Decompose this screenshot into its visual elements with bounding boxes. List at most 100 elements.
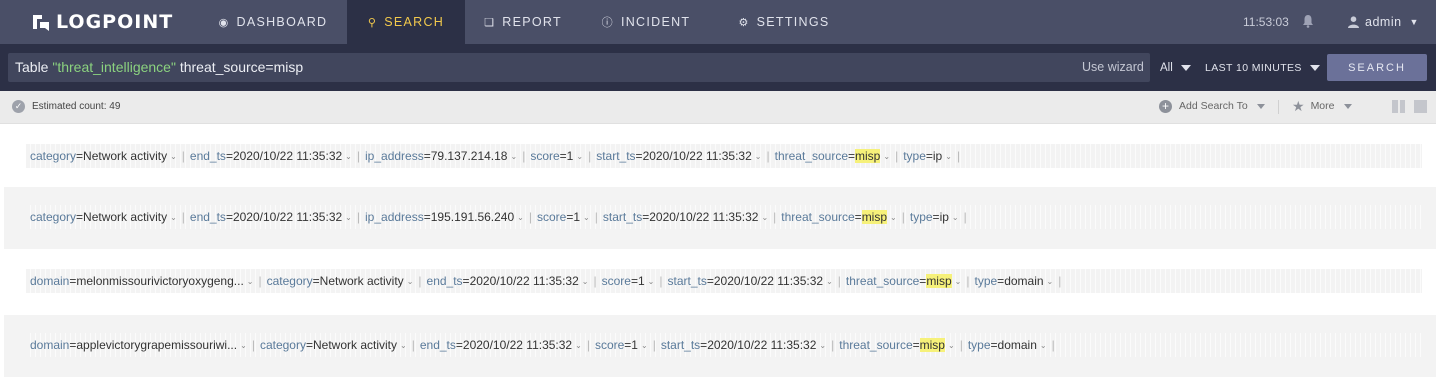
chevron-down-icon: ⌄: [890, 212, 897, 222]
search-button[interactable]: SEARCH: [1327, 54, 1427, 81]
field-key: type: [974, 274, 998, 288]
field-value: 1: [566, 149, 574, 163]
field-score[interactable]: score = 1 ⌄: [526, 149, 587, 163]
field-category[interactable]: category = Network activity ⌄: [256, 338, 411, 352]
nav-report[interactable]: ❏ REPORT: [475, 0, 571, 44]
field-start-ts[interactable]: start_ts = 2020/10/22 11:35:32 ⌄: [592, 149, 765, 163]
field-end-ts[interactable]: end_ts = 2020/10/22 11:35:32 ⌄: [423, 274, 593, 288]
field-score[interactable]: score = 1 ⌄: [591, 338, 652, 352]
field-start-ts[interactable]: start_ts = 2020/10/22 11:35:32 ⌄: [663, 274, 836, 288]
field-value: misp: [861, 210, 888, 224]
field-value: 2020/10/22 11:35:32: [642, 149, 752, 163]
caret-down-icon: [1343, 103, 1352, 109]
field-key: threat_source: [845, 274, 920, 288]
column-view-icon[interactable]: [1392, 100, 1405, 113]
equals-sign: =: [69, 274, 77, 288]
use-wizard-link[interactable]: Use wizard: [1082, 53, 1144, 82]
field-key: start_ts: [602, 210, 643, 224]
add-search-to-label: Add Search To: [1179, 100, 1248, 112]
field-ip-address[interactable]: ip_address = 195.191.56.240 ⌄: [361, 210, 528, 224]
chevron-down-icon: ⌄: [754, 151, 762, 161]
chevron-down-icon: ⌄: [883, 151, 891, 161]
field-score[interactable]: score = 1 ⌄: [533, 210, 594, 224]
caret-down-icon: [1256, 103, 1265, 109]
equals-sign: =: [423, 210, 431, 224]
field-domain[interactable]: domain = applevictorygrapemissouriwi... ⌄: [26, 338, 251, 352]
more-button[interactable]: ★ More: [1292, 91, 1352, 121]
field-key: type: [903, 149, 926, 163]
chevron-down-icon: ⌄: [954, 276, 962, 286]
field-key: threat_source: [781, 210, 855, 224]
field-key: category: [30, 210, 77, 224]
logo[interactable]: LOGPOINT: [30, 8, 173, 36]
nav-dashboard[interactable]: ◉ DASHBOARD: [210, 0, 336, 44]
table-view-icon[interactable]: [1414, 100, 1427, 113]
repo-select-value: All: [1160, 61, 1173, 74]
field-threat-source[interactable]: threat_source = misp ⌄: [842, 274, 965, 288]
field-end-ts[interactable]: end_ts = 2020/10/22 11:35:32 ⌄: [186, 210, 356, 224]
search-icon: ⚲: [367, 16, 378, 29]
check-circle-icon: ✓: [12, 99, 25, 113]
field-value: domain: [1004, 274, 1044, 288]
field-key: score: [536, 210, 567, 224]
field-start-ts[interactable]: start_ts = 2020/10/22 11:35:32 ⌄: [657, 338, 830, 352]
log-entry: category = Network activity ⌄ | end_ts = 2020/1…: [4, 126, 1436, 188]
field-key: end_ts: [426, 274, 463, 288]
field-domain[interactable]: domain = melonmissourivictoryoxygeng... ⌄: [26, 274, 257, 288]
chevron-down-icon: ⌄: [246, 276, 254, 286]
field-threat-source[interactable]: threat_source = misp ⌄: [777, 210, 900, 224]
field-start-ts[interactable]: start_ts = 2020/10/22 11:35:32 ⌄: [599, 210, 772, 224]
nav-settings[interactable]: ⚙ SETTINGS: [730, 0, 838, 44]
field-type[interactable]: type = domain ⌄: [970, 274, 1057, 288]
field-value: misp: [855, 149, 881, 163]
nav-incident[interactable]: ⓘ INCIDENT: [592, 0, 700, 44]
plus-circle-icon: +: [1159, 99, 1172, 113]
field-threat-source[interactable]: threat_source = misp ⌄: [771, 149, 894, 163]
repo-select[interactable]: All: [1160, 53, 1191, 82]
equals-sign: =: [912, 338, 920, 352]
field-score[interactable]: score = 1 ⌄: [598, 274, 659, 288]
field-category[interactable]: category = Network activity ⌄: [26, 149, 181, 163]
report-icon: ❏: [484, 16, 496, 29]
chevron-down-icon: ⌄: [581, 276, 589, 286]
equals-sign: =: [706, 274, 714, 288]
field-type[interactable]: type = ip ⌄: [899, 149, 956, 163]
chevron-down-icon: ⌄: [647, 276, 655, 286]
nav-label: INCIDENT: [620, 15, 691, 29]
log-record: domain = melonmissourivictoryoxygeng... ⌄ | c…: [26, 269, 1422, 293]
field-key: end_ts: [189, 210, 226, 224]
field-type[interactable]: type = domain ⌄: [964, 338, 1051, 352]
bell-icon[interactable]: [1302, 14, 1314, 28]
nav-search[interactable]: ⚲ SEARCH: [347, 0, 465, 44]
field-value: ip: [939, 210, 949, 224]
field-end-ts[interactable]: end_ts = 2020/10/22 11:35:32 ⌄: [186, 149, 356, 163]
field-value: 2020/10/22 11:35:32: [713, 274, 824, 288]
equals-sign: =: [919, 274, 927, 288]
field-value: Network activity: [83, 210, 168, 224]
log-entry: domain = melonmissourivictoryoxygeng... ⌄ | c…: [4, 251, 1436, 313]
time-range-select[interactable]: LAST 10 MINUTES: [1205, 53, 1320, 82]
field-key: type: [909, 210, 933, 224]
query-input[interactable]: Table "threat_intelligence" threat_sourc…: [8, 53, 1150, 82]
field-value: misp: [926, 274, 952, 288]
field-type[interactable]: type = ip ⌄: [906, 210, 963, 224]
field-category[interactable]: category = Network activity ⌄: [263, 274, 418, 288]
field-threat-source[interactable]: threat_source = misp ⌄: [835, 338, 958, 352]
user-menu[interactable]: admin ▼: [1348, 0, 1419, 44]
add-search-to-button[interactable]: + Add Search To: [1159, 91, 1265, 121]
field-key: end_ts: [419, 338, 456, 352]
caret-down-icon: [1180, 64, 1191, 71]
equals-sign: =: [312, 274, 320, 288]
field-ip-address[interactable]: ip_address = 79.137.214.18 ⌄: [361, 149, 521, 163]
equals-sign: =: [925, 149, 933, 163]
field-value: 1: [637, 274, 645, 288]
time-range-value: LAST 10 MINUTES: [1205, 61, 1302, 74]
query-prefix: Table: [15, 59, 53, 75]
field-end-ts[interactable]: end_ts = 2020/10/22 11:35:32 ⌄: [416, 338, 586, 352]
equals-sign: =: [642, 210, 650, 224]
chevron-down-icon: ⌄: [406, 276, 414, 286]
field-key: threat_source: [839, 338, 913, 352]
field-separator: |: [956, 149, 961, 163]
logo-text: LOGPOINT: [56, 11, 174, 33]
field-category[interactable]: category = Network activity ⌄: [26, 210, 181, 224]
